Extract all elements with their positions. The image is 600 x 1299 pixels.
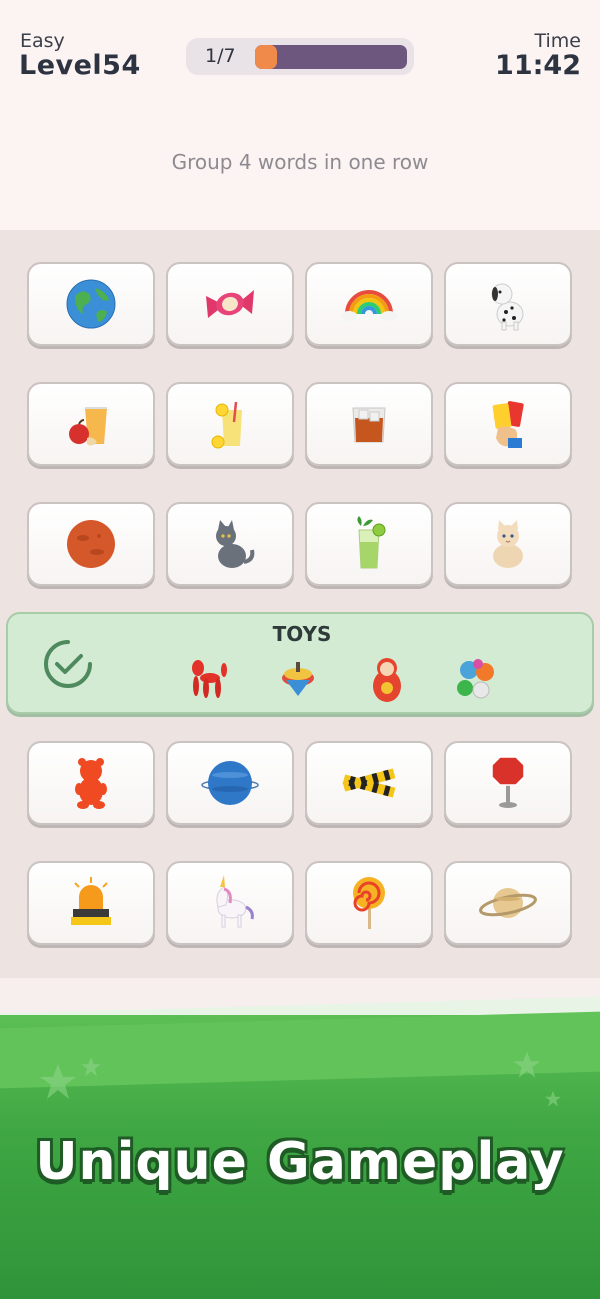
tile-siren[interactable] bbox=[27, 861, 155, 945]
time-value: 11:42 bbox=[495, 50, 581, 81]
progress-fill bbox=[255, 45, 277, 69]
stop-sign-icon bbox=[491, 756, 525, 808]
time-label: Time bbox=[534, 30, 582, 52]
tile-juice-apple[interactable] bbox=[27, 382, 155, 466]
juice-apple-icon bbox=[69, 407, 107, 446]
progress-indicator: 1/7 bbox=[186, 38, 414, 75]
iced-drink-icon bbox=[352, 407, 386, 443]
tile-unicorn[interactable] bbox=[166, 861, 294, 945]
saturn-planet-icon bbox=[479, 888, 537, 918]
marbles-icon bbox=[457, 659, 494, 699]
tile-mars[interactable] bbox=[27, 502, 155, 586]
star-decoration-icon bbox=[513, 1051, 541, 1078]
rainbow-icon bbox=[341, 290, 397, 321]
mars-planet-icon bbox=[67, 520, 115, 568]
tile-gummy-bear[interactable] bbox=[27, 741, 155, 825]
level-label: Level54 bbox=[19, 50, 141, 81]
neptune-planet-icon bbox=[201, 761, 259, 805]
tile-lollipop[interactable] bbox=[305, 861, 433, 945]
tile-dalmatian[interactable] bbox=[444, 262, 572, 346]
cream-cat-icon bbox=[493, 520, 523, 568]
lollipop-icon bbox=[353, 877, 385, 929]
caution-tape-icon bbox=[342, 768, 396, 798]
promo-tagline: Unique Gameplay bbox=[35, 1132, 565, 1192]
progress-track bbox=[255, 45, 407, 69]
game-board: TOYS bbox=[0, 230, 600, 978]
mojito-icon bbox=[357, 516, 386, 569]
tile-saturn[interactable] bbox=[444, 861, 572, 945]
lemonade-icon bbox=[211, 401, 242, 449]
tile-caution-tape[interactable] bbox=[305, 741, 433, 825]
matryoshka-doll-icon bbox=[373, 658, 401, 702]
balloon-dog-icon bbox=[192, 660, 227, 698]
tile-gray-cat[interactable] bbox=[166, 502, 294, 586]
gummy-bear-icon bbox=[75, 758, 107, 809]
star-decoration-icon bbox=[40, 1064, 76, 1099]
tile-rainbow[interactable] bbox=[305, 262, 433, 346]
progress-text: 1/7 bbox=[205, 45, 236, 67]
tile-cream-cat[interactable] bbox=[444, 502, 572, 586]
tile-stop-sign[interactable] bbox=[444, 741, 572, 825]
star-decoration-icon bbox=[544, 1090, 562, 1107]
candy-icon bbox=[206, 290, 254, 318]
earth-globe-icon bbox=[66, 279, 116, 329]
unicorn-icon bbox=[216, 875, 254, 928]
instruction-text: Group 4 words in one row bbox=[171, 150, 429, 174]
tile-mojito[interactable] bbox=[305, 502, 433, 586]
difficulty-label: Easy bbox=[20, 30, 65, 52]
game-header: Easy Level54 1/7 Time 11:42 Group 4 word… bbox=[0, 0, 600, 230]
siren-light-icon bbox=[71, 877, 111, 925]
tile-neptune[interactable] bbox=[166, 741, 294, 825]
tile-earth-globe[interactable] bbox=[27, 262, 155, 346]
solved-group-toys: TOYS bbox=[6, 612, 594, 714]
star-decoration-icon bbox=[81, 1057, 101, 1077]
tile-candy[interactable] bbox=[166, 262, 294, 346]
referee-cards-icon bbox=[492, 401, 524, 448]
tile-referee-cards[interactable] bbox=[444, 382, 572, 466]
tile-iced-drink[interactable] bbox=[305, 382, 433, 466]
spinning-top-icon bbox=[282, 662, 314, 696]
gray-cat-icon bbox=[216, 520, 255, 568]
dalmatian-dog-icon bbox=[491, 283, 524, 331]
solved-group-title: TOYS bbox=[272, 622, 332, 646]
tile-lemonade[interactable] bbox=[166, 382, 294, 466]
